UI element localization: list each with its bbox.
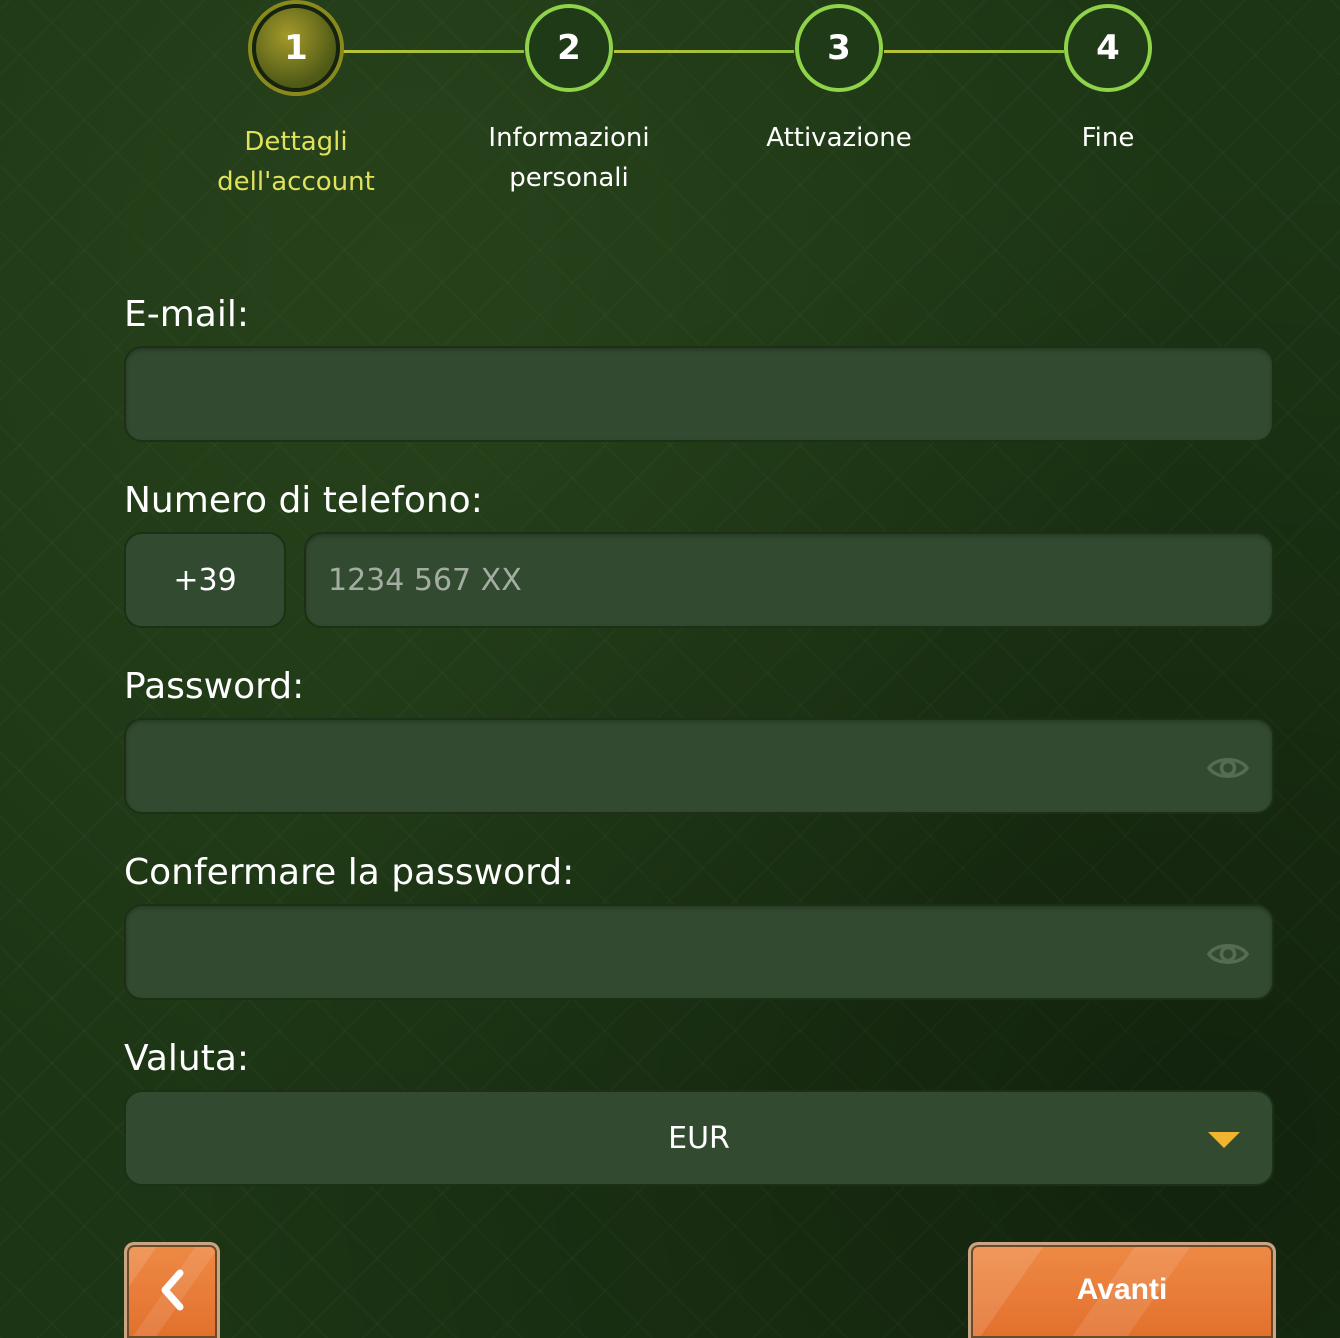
step-circle-4: 4 <box>1064 4 1152 92</box>
chevron-down-icon <box>1208 1132 1240 1148</box>
step-label: Informazioni personali <box>429 118 709 198</box>
password-field-box <box>124 718 1274 814</box>
chevron-left-icon <box>161 1269 184 1310</box>
registration-stepper: 1 Dettagli dell'account 2 Informazioni p… <box>0 0 1340 230</box>
phone-prefix-selector[interactable]: +39 <box>124 532 286 628</box>
email-field[interactable] <box>126 348 1272 440</box>
password-group: Password: <box>124 662 1274 814</box>
currency-group: Valuta: EUR <box>124 1034 1274 1186</box>
phone-field-box <box>304 532 1274 628</box>
step-label: Attivazione <box>699 118 979 158</box>
step-label-line: Informazioni <box>488 123 650 153</box>
step-finish: 4 Fine <box>968 4 1248 158</box>
password-field[interactable] <box>126 720 1272 812</box>
phone-field[interactable] <box>306 534 1272 626</box>
confirm-password-field[interactable] <box>126 906 1272 998</box>
confirm-password-field-box <box>124 904 1274 1000</box>
step-number: 1 <box>284 28 308 68</box>
step-circle-1: 1 <box>252 4 340 92</box>
currency-label: Valuta: <box>124 1038 250 1079</box>
back-button[interactable] <box>124 1242 220 1338</box>
step-number: 3 <box>827 28 851 68</box>
step-circle-3: 3 <box>795 4 883 92</box>
phone-prefix-value: +39 <box>173 562 237 598</box>
email-label: E-mail: <box>124 294 249 335</box>
step-label-line: Attivazione <box>766 123 912 153</box>
next-button[interactable]: Avanti <box>968 1242 1276 1338</box>
step-label: Dettagli dell'account <box>156 122 436 202</box>
confirm-password-label: Confermare la password: <box>124 852 575 893</box>
step-label-line: dell'account <box>217 167 375 197</box>
step-label-line: Fine <box>1081 123 1135 153</box>
step-label-line: personali <box>509 163 629 193</box>
step-label: Fine <box>968 118 1248 158</box>
eye-icon[interactable] <box>1206 932 1250 976</box>
email-group: E-mail: <box>124 290 1274 442</box>
confirm-password-group: Confermare la password: <box>124 848 1274 1000</box>
step-circle-2: 2 <box>525 4 613 92</box>
currency-select[interactable]: EUR <box>124 1090 1274 1186</box>
step-activation: 3 Attivazione <box>699 4 979 158</box>
step-personal-info: 2 Informazioni personali <box>429 4 709 198</box>
step-number: 2 <box>557 28 581 68</box>
phone-label: Numero di telefono: <box>124 480 483 521</box>
next-button-label: Avanti <box>1076 1272 1168 1306</box>
currency-selected-value: EUR <box>668 1120 730 1156</box>
email-field-box <box>124 346 1274 442</box>
phone-row: +39 <box>124 532 1274 628</box>
registration-form: E-mail: Numero di telefono: +39 Password… <box>124 290 1274 1220</box>
phone-group: Numero di telefono: +39 <box>124 476 1274 628</box>
eye-icon[interactable] <box>1206 746 1250 790</box>
step-number: 4 <box>1096 28 1120 68</box>
password-label: Password: <box>124 666 305 707</box>
step-account-details: 1 Dettagli dell'account <box>156 4 436 202</box>
step-label-line: Dettagli <box>244 127 348 157</box>
